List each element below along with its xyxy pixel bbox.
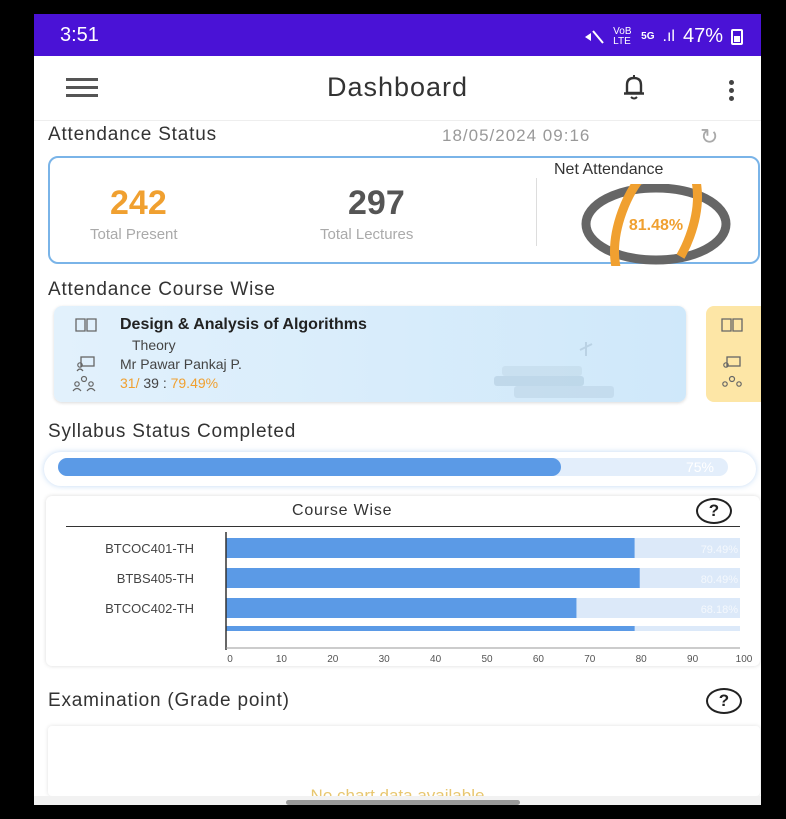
x-tick-label: 90: [687, 654, 699, 665]
course-percent: 79.49%: [170, 375, 219, 391]
teacher-name: Mr Pawar Pankaj P.: [120, 356, 242, 372]
syllabus-progress-track: 75%: [58, 458, 728, 476]
bell-icon[interactable]: [620, 72, 648, 102]
x-tick-label: 30: [379, 654, 391, 665]
app-bar: Dashboard: [34, 56, 761, 121]
x-tick-label: 60: [533, 654, 545, 665]
volte-indicator: VoB LTE: [613, 25, 632, 47]
course-name: Design & Analysis of Algorithms: [120, 316, 367, 333]
exam-title: Examination (Grade point): [48, 690, 290, 711]
divider: [536, 178, 537, 246]
value-label: 68.18%: [701, 604, 739, 616]
net-attendance-value: 81.48%: [629, 217, 683, 234]
bar: [226, 598, 577, 618]
status-bar: 3:51 VoB LTE 5G .ıl 47%: [34, 14, 761, 56]
course-type: Theory: [132, 337, 176, 353]
x-tick-label: 40: [430, 654, 442, 665]
attendance-summary-card: 242 Total Present 297 Total Lectures Net…: [48, 156, 760, 266]
teacher-icon: [723, 356, 741, 368]
total-lectures-label: Total Lectures: [320, 226, 414, 243]
attended-count: 31/: [120, 375, 140, 391]
total-present-value: 242: [110, 184, 167, 222]
help-icon[interactable]: ?: [706, 688, 742, 714]
category-label: BTCOC401-TH: [105, 541, 194, 556]
total-lectures-value: 297: [348, 184, 405, 222]
book-icon: [75, 318, 97, 332]
syllabus-progress-fill: [58, 458, 561, 476]
bar: [226, 568, 640, 588]
app-screen: 3:51 VoB LTE 5G .ıl 47% Dashboard Attend…: [34, 14, 761, 805]
category-label: BTCOC402-TH: [105, 601, 194, 616]
help-icon[interactable]: ?: [696, 498, 732, 524]
syllabus-percent: 75%: [685, 459, 714, 475]
book-icon: [721, 318, 743, 332]
course-carousel[interactable]: Design & Analysis of Algorithms Theory M…: [48, 306, 761, 404]
page-title: Dashboard: [326, 72, 469, 102]
x-tick-label: 70: [584, 654, 596, 665]
total-count: 39 :: [139, 375, 171, 391]
battery-icon: [731, 28, 743, 45]
books-illustration: [494, 342, 614, 398]
last-updated-datetime: 18/05/2024 09:16: [442, 126, 591, 145]
x-tick-label: 50: [481, 654, 493, 665]
course-wise-bar-chart: BTCOC401-TH 79.49% BTBS405-TH 80.49% BTCOC40…: [105, 532, 753, 665]
students-icon: [722, 375, 742, 387]
home-handle[interactable]: [286, 800, 520, 805]
course-wise-title: Attendance Course Wise: [48, 279, 276, 300]
net-attendance-donut: 81.48%: [581, 184, 731, 266]
teacher-icon: [76, 356, 95, 372]
total-present-label: Total Present: [90, 226, 178, 243]
category-label: BTBS405-TH: [117, 571, 194, 586]
bar: [226, 626, 635, 631]
course-attendance: 31/ 39 : 79.49%: [120, 375, 218, 391]
syllabus-title: Syllabus Status Completed: [48, 421, 297, 442]
refresh-icon[interactable]: ↻: [700, 124, 718, 150]
course-card-next[interactable]: [706, 306, 761, 402]
x-tick-label: 100: [736, 654, 753, 665]
value-label: 79.49%: [701, 544, 739, 556]
more-vertical-icon[interactable]: [728, 80, 736, 104]
course-card[interactable]: Design & Analysis of Algorithms Theory M…: [54, 306, 686, 402]
net-attendance-label: Net Attendance: [554, 161, 664, 178]
x-tick-label: 20: [327, 654, 339, 665]
chart-header-rule: [66, 526, 740, 527]
course-wise-chart-card: Course Wise ? BTCOC401-TH 79.49% BTBS405-T…: [46, 496, 760, 666]
x-tick-label: 0: [227, 654, 233, 665]
chart-title: Course Wise: [292, 502, 393, 519]
x-tick-label: 10: [276, 654, 288, 665]
bar: [226, 538, 635, 558]
syllabus-progress-bar: 75%: [44, 452, 756, 486]
attendance-status-title: Attendance Status: [48, 124, 217, 145]
x-tick-label: 80: [636, 654, 648, 665]
battery-percent: 47%: [682, 25, 723, 47]
students-icon: [72, 375, 96, 392]
network-type: 5G: [641, 30, 655, 42]
signal-icon: .ıl: [662, 27, 675, 45]
status-time: 3:51: [60, 24, 99, 46]
value-label: 80.49%: [701, 574, 739, 586]
mute-icon: [585, 29, 604, 44]
